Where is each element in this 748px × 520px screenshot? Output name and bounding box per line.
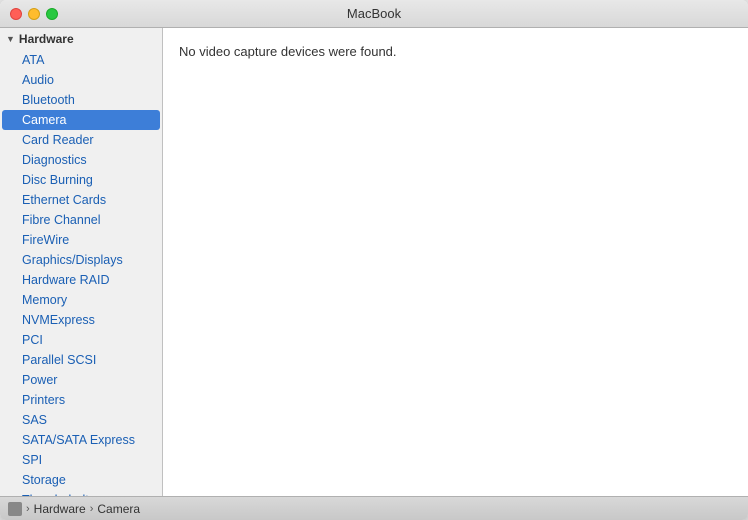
minimize-button[interactable] [28, 8, 40, 20]
hardware-section-header[interactable]: ▼ Hardware [0, 28, 162, 50]
sidebar-item-power[interactable]: Power [0, 370, 162, 390]
hardware-triangle-icon: ▼ [6, 34, 15, 44]
sidebar-item-parallel-scsi[interactable]: Parallel SCSI [0, 350, 162, 370]
main-window: MacBook ▼ Hardware ATA Audio Bluetooth C… [0, 0, 748, 520]
content-area: No video capture devices were found. [163, 28, 748, 496]
window-title: MacBook [347, 6, 401, 21]
sidebar-item-ethernet-cards[interactable]: Ethernet Cards [0, 190, 162, 210]
sidebar-item-storage[interactable]: Storage [0, 470, 162, 490]
sidebar-item-fibre-channel[interactable]: Fibre Channel [0, 210, 162, 230]
titlebar: MacBook [0, 0, 748, 28]
sidebar-item-nvmexpress[interactable]: NVMExpress [0, 310, 162, 330]
sidebar-item-disc-burning[interactable]: Disc Burning [0, 170, 162, 190]
sidebar-item-spi[interactable]: SPI [0, 450, 162, 470]
breadcrumb: › Hardware › Camera [26, 502, 140, 516]
sidebar-item-graphics-displays[interactable]: Graphics/Displays [0, 250, 162, 270]
close-button[interactable] [10, 8, 22, 20]
sidebar-item-sata[interactable]: SATA/SATA Express [0, 430, 162, 450]
main-content: ▼ Hardware ATA Audio Bluetooth Camera Ca… [0, 28, 748, 496]
sidebar-item-sas[interactable]: SAS [0, 410, 162, 430]
sidebar: ▼ Hardware ATA Audio Bluetooth Camera Ca… [0, 28, 163, 496]
content-message: No video capture devices were found. [179, 44, 397, 59]
sidebar-item-memory[interactable]: Memory [0, 290, 162, 310]
sidebar-item-diagnostics[interactable]: Diagnostics [0, 150, 162, 170]
sidebar-item-pci[interactable]: PCI [0, 330, 162, 350]
sidebar-item-audio[interactable]: Audio [0, 70, 162, 90]
breadcrumb-arrow-1: › [26, 503, 30, 515]
hardware-section-label: Hardware [19, 32, 74, 46]
sidebar-item-card-reader[interactable]: Card Reader [0, 130, 162, 150]
breadcrumb-hardware[interactable]: Hardware [34, 502, 86, 516]
sidebar-item-camera[interactable]: Camera [2, 110, 160, 130]
breadcrumb-camera[interactable]: Camera [97, 502, 140, 516]
statusbar-icon [8, 502, 22, 516]
sidebar-item-bluetooth[interactable]: Bluetooth [0, 90, 162, 110]
sidebar-item-printers[interactable]: Printers [0, 390, 162, 410]
maximize-button[interactable] [46, 8, 58, 20]
sidebar-item-hardware-raid[interactable]: Hardware RAID [0, 270, 162, 290]
window-controls [10, 8, 58, 20]
sidebar-item-firewire[interactable]: FireWire [0, 230, 162, 250]
sidebar-item-ata[interactable]: ATA [0, 50, 162, 70]
breadcrumb-arrow-2: › [90, 503, 94, 515]
statusbar: › Hardware › Camera [0, 496, 748, 520]
